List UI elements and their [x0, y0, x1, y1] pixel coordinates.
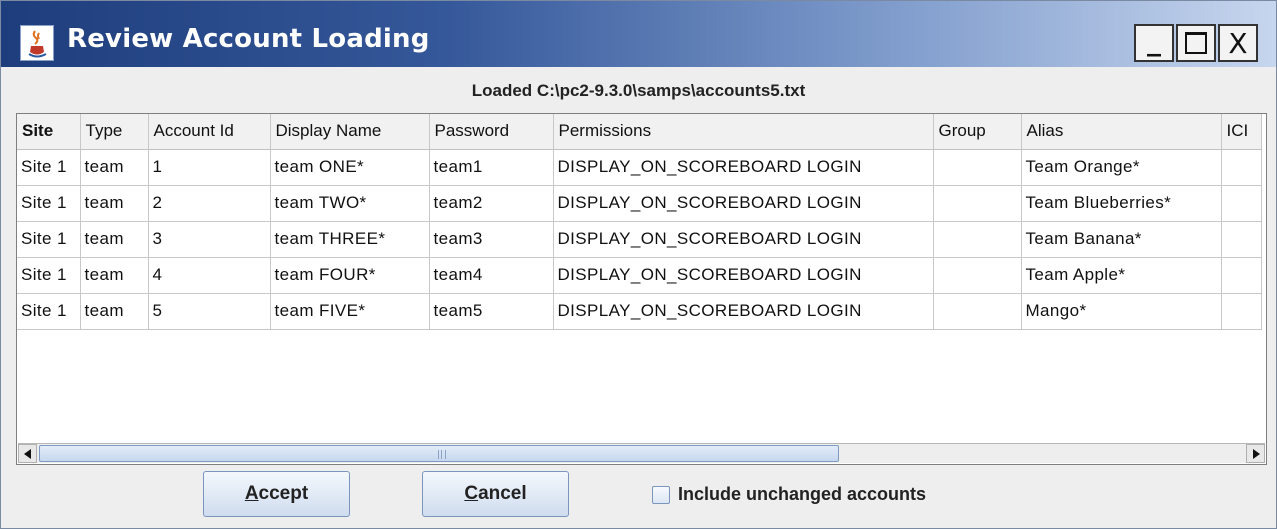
horizontal-scrollbar[interactable] [18, 443, 1265, 463]
close-button[interactable]: X [1218, 24, 1258, 62]
loaded-file-label: Loaded C:\pc2-9.3.0\samps\accounts5.txt [471, 81, 806, 100]
scroll-left-button[interactable] [18, 444, 37, 463]
scroll-right-button[interactable] [1246, 444, 1265, 463]
cell-permissions[interactable]: DISPLAY_ON_SCOREBOARD LOGIN [553, 149, 934, 186]
include-unchanged-checkbox[interactable] [652, 485, 670, 504]
cell-group[interactable] [933, 293, 1022, 330]
cell-type[interactable]: team [80, 257, 149, 294]
cell-account-id[interactable]: 1 [148, 149, 271, 186]
cell-display-name[interactable]: team TWO* [270, 185, 430, 222]
scrollbar-thumb[interactable] [39, 445, 839, 462]
cancel-button[interactable]: Cancel [422, 471, 569, 517]
cell-group[interactable] [933, 257, 1022, 294]
cell-alias[interactable]: Mango* [1021, 293, 1222, 330]
cell-permissions[interactable]: DISPLAY_ON_SCOREBOARD LOGIN [553, 185, 934, 222]
accept-mnemonic: A [244, 483, 259, 504]
include-unchanged-label[interactable]: Include unchanged accounts [678, 484, 926, 505]
column-header-group[interactable]: Group [933, 114, 1022, 150]
maximize-icon [1185, 32, 1207, 54]
cell-account-id[interactable]: 3 [148, 221, 271, 258]
accept-button[interactable]: Accept [203, 471, 350, 517]
cell-account-id[interactable]: 2 [148, 185, 271, 222]
column-header-password[interactable]: Password [429, 114, 554, 150]
cell-permissions[interactable]: DISPLAY_ON_SCOREBOARD LOGIN [553, 257, 934, 294]
table-row[interactable]: Site 1 team 3 team THREE* team3 DISPLAY_… [17, 221, 1262, 258]
cell-type[interactable]: team [80, 221, 149, 258]
cell-alias[interactable]: Team Orange* [1021, 149, 1222, 186]
cell-password[interactable]: team4 [429, 257, 554, 294]
accept-label: ccept [258, 483, 309, 504]
accounts-table-scrollpane[interactable]: Site Type Account Id Display Name Passwo… [16, 113, 1267, 465]
cell-ici[interactable] [1221, 185, 1262, 222]
cell-ici[interactable] [1221, 257, 1262, 294]
cell-group[interactable] [933, 149, 1022, 186]
cell-type[interactable]: team [80, 293, 149, 330]
column-header-ici[interactable]: ICI [1221, 114, 1262, 150]
cell-display-name[interactable]: team FOUR* [270, 257, 430, 294]
cell-group[interactable] [933, 221, 1022, 258]
cell-password[interactable]: team2 [429, 185, 554, 222]
cell-ici[interactable] [1221, 149, 1262, 186]
cell-site[interactable]: Site 1 [17, 185, 81, 222]
cell-site[interactable]: Site 1 [17, 257, 81, 294]
column-header-permissions[interactable]: Permissions [553, 114, 934, 150]
cell-account-id[interactable]: 4 [148, 257, 271, 294]
cell-password[interactable]: team5 [429, 293, 554, 330]
maximize-button[interactable] [1176, 24, 1216, 62]
column-header-site[interactable]: Site [17, 114, 81, 150]
cell-site[interactable]: Site 1 [17, 149, 81, 186]
table-header-row: Site Type Account Id Display Name Passwo… [17, 114, 1262, 150]
include-unchanged-row[interactable]: Include unchanged accounts [652, 484, 926, 505]
cell-display-name[interactable]: team ONE* [270, 149, 430, 186]
cell-permissions[interactable]: DISPLAY_ON_SCOREBOARD LOGIN [553, 293, 934, 330]
column-header-type[interactable]: Type [80, 114, 149, 150]
cell-site[interactable]: Site 1 [17, 293, 81, 330]
column-header-alias[interactable]: Alias [1021, 114, 1222, 150]
accounts-table: Site Type Account Id Display Name Passwo… [17, 114, 1262, 330]
title-bar[interactable]: Review Account Loading _ X [1, 1, 1276, 67]
cell-alias[interactable]: Team Apple* [1021, 257, 1222, 294]
cancel-label: ancel [478, 483, 527, 504]
cell-group[interactable] [933, 185, 1022, 222]
window-title: Review Account Loading [67, 24, 430, 54]
cell-site[interactable]: Site 1 [17, 221, 81, 258]
table-row[interactable]: Site 1 team 5 team FIVE* team5 DISPLAY_O… [17, 293, 1262, 330]
cell-alias[interactable]: Team Banana* [1021, 221, 1222, 258]
cell-type[interactable]: team [80, 185, 149, 222]
review-account-loading-window: Review Account Loading _ X Loaded C:\pc2… [0, 0, 1277, 529]
cell-account-id[interactable]: 5 [148, 293, 271, 330]
java-coffee-cup-icon [20, 25, 54, 61]
cell-display-name[interactable]: team THREE* [270, 221, 430, 258]
minimize-icon: _ [1147, 23, 1161, 57]
cell-display-name[interactable]: team FIVE* [270, 293, 430, 330]
close-icon: X [1228, 26, 1248, 60]
table-row[interactable]: Site 1 team 2 team TWO* team2 DISPLAY_ON… [17, 185, 1262, 222]
cell-alias[interactable]: Team Blueberries* [1021, 185, 1222, 222]
cell-ici[interactable] [1221, 293, 1262, 330]
column-header-account-id[interactable]: Account Id [148, 114, 271, 150]
cancel-mnemonic: C [464, 483, 479, 504]
scrollbar-grip [438, 450, 446, 459]
arrow-left-icon [23, 448, 31, 459]
cell-password[interactable]: team3 [429, 221, 554, 258]
cell-ici[interactable] [1221, 221, 1262, 258]
table-row[interactable]: Site 1 team 1 team ONE* team1 DISPLAY_ON… [17, 149, 1262, 186]
cell-permissions[interactable]: DISPLAY_ON_SCOREBOARD LOGIN [553, 221, 934, 258]
arrow-right-icon [1252, 448, 1260, 459]
table-row[interactable]: Site 1 team 4 team FOUR* team4 DISPLAY_O… [17, 257, 1262, 294]
cell-type[interactable]: team [80, 149, 149, 186]
cell-password[interactable]: team1 [429, 149, 554, 186]
minimize-button[interactable]: _ [1134, 24, 1174, 62]
column-header-display-name[interactable]: Display Name [270, 114, 430, 150]
